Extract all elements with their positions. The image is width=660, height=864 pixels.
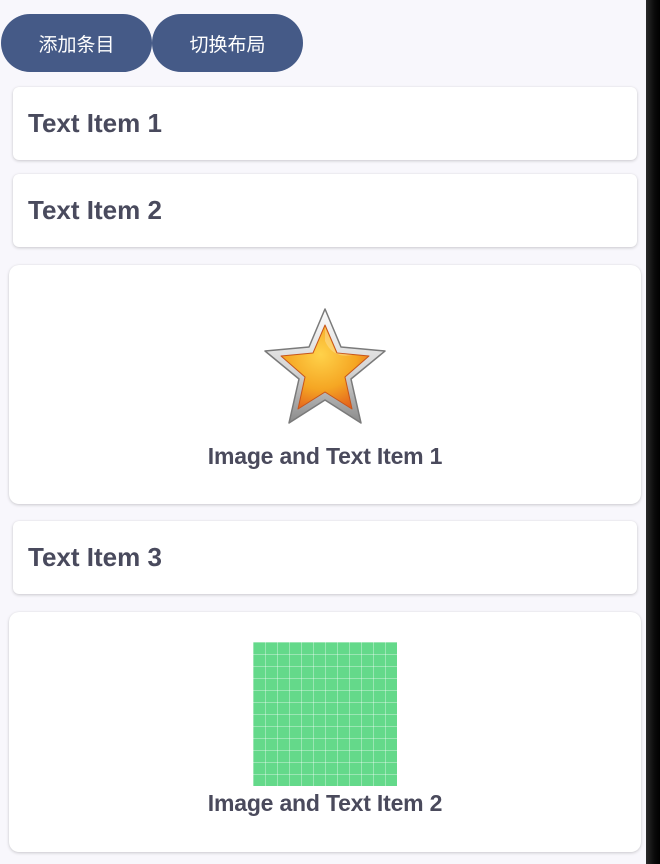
list-item-text-3[interactable]: Text Item 3 <box>13 521 637 594</box>
green-grid-image <box>253 642 397 786</box>
add-item-button[interactable]: 添加条目 <box>1 14 152 72</box>
list-item-text-2[interactable]: Text Item 2 <box>13 174 637 247</box>
toggle-layout-button[interactable]: 切换布局 <box>152 14 303 72</box>
list-item-image-2[interactable]: Image and Text Item 2 <box>9 612 641 852</box>
list-item-caption: Image and Text Item 2 <box>207 790 443 816</box>
list-item-image-1[interactable]: Image and Text Item 1 <box>9 265 641 504</box>
list-item-text-1[interactable]: Text Item 1 <box>13 87 637 160</box>
screen-edge <box>646 0 660 864</box>
list-item-label: Text Item 3 <box>28 542 162 572</box>
star-icon <box>264 308 386 424</box>
toolbar: 添加条目 切换布局 <box>1 14 303 72</box>
list-item-label: Text Item 1 <box>28 108 162 138</box>
list-item-caption: Image and Text Item 1 <box>207 443 443 469</box>
list-item-label: Text Item 2 <box>28 195 162 225</box>
